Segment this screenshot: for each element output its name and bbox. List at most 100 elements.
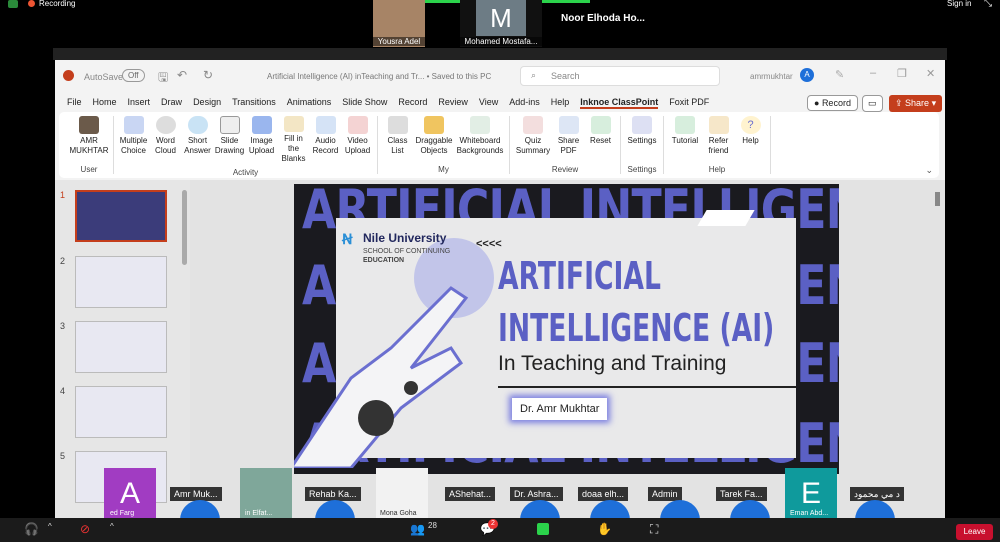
ribbon-group-user: AMR MUKHTAR User [65,116,114,174]
restore-icon[interactable]: ❐ [897,67,907,80]
short-answer-button[interactable]: Short Answer [182,116,213,164]
audio-options-chevron-icon[interactable]: ^ [48,522,52,531]
close-icon[interactable]: ✕ [926,67,935,80]
whiteboard-icon [470,116,490,134]
video-mohamed[interactable]: M Mohamed Mostafa... [460,0,542,47]
tab-insert[interactable]: Insert [128,97,151,109]
slide-thumbnail-3[interactable] [75,321,167,373]
exit-fullscreen-icon[interactable]: ⤡ [984,0,992,9]
thumbnails-scrollbar[interactable] [182,190,187,265]
draggable-objects-button[interactable]: Draggable Objects [414,116,454,161]
class-list-button[interactable]: Class List [382,116,413,161]
fill-blanks-button[interactable]: Fill in the Blanks [278,116,309,164]
participant-noor[interactable]: Noor Elhoda Ho... [561,13,645,24]
redo-icon[interactable]: ↻ [203,68,213,82]
tab-file[interactable]: File [67,97,82,109]
participant-name: Mona Goha [380,510,417,517]
video-off-icon[interactable]: ⊘ [80,522,90,536]
participant-tile[interactable]: AShehat... [445,487,496,501]
video-upload-button[interactable]: Video Upload [342,116,373,164]
gear-icon [632,116,652,134]
user-name[interactable]: amrmukhtar [750,72,793,81]
undo-icon[interactable]: ↶ [177,68,187,82]
tab-home[interactable]: Home [93,97,117,109]
apps-icon[interactable]: ⛶ [650,522,658,537]
word-cloud-button[interactable]: Word Cloud [150,116,181,164]
headphones-icon[interactable]: 🎧 [24,522,39,536]
tab-add-ins[interactable]: Add-ins [509,97,540,109]
quote-decor [697,210,755,226]
slide-thumbnail-1[interactable] [75,190,167,242]
tab-animations[interactable]: Animations [287,97,332,109]
slide-drawing-button[interactable]: Slide Drawing [214,116,245,164]
ribbon: AMR MUKHTAR User Multiple Choice Word Cl… [59,112,939,178]
reset-icon [590,116,611,134]
collapse-ribbon-icon[interactable]: ⌄ [925,165,933,176]
record-button[interactable]: ● Record [807,95,858,111]
participant-tile[interactable]: Amr Muk... [170,487,222,501]
participant-tile[interactable]: Dr. Ashra... [510,487,563,501]
video-options-chevron-icon[interactable]: ^ [110,522,114,531]
recording-label: Recording [39,0,76,8]
participant-tile[interactable]: doaa elh... [578,487,629,501]
tutorial-button[interactable]: Tutorial [668,116,702,161]
audio-record-button[interactable]: Audio Record [310,116,341,164]
minimize-icon[interactable]: – [870,67,876,79]
participants-icon[interactable]: 👥 [410,522,425,536]
refer-friend-button[interactable]: Refer friend [703,116,734,161]
tab-classpoint[interactable]: Inknoe ClassPoint [580,97,659,109]
tab-design[interactable]: Design [193,97,221,109]
share-pdf-button[interactable]: Share PDF [553,116,584,161]
current-slide[interactable]: ARTIFICIAL INTELLIGENCE (AI) ARTIFICIAL … [294,184,839,474]
participant-tile[interactable]: Tarek Fa... [716,487,767,501]
tab-record[interactable]: Record [398,97,427,109]
user-button[interactable]: AMR MUKHTAR [69,116,109,161]
menu-bar: File Home Insert Draw Design Transitions… [67,97,720,109]
slide-title-line2: INTELLIGENCE (AI) [498,306,775,350]
list-icon [387,116,408,134]
tab-foxit-pdf[interactable]: Foxit PDF [669,97,709,109]
slide-title-card: Ꞥ Nile University SCHOOL OF CONTINUING E… [294,218,796,468]
ribbon-group-review: Quiz Summary Share PDF Reset Review [510,116,621,174]
comments-button[interactable]: ▭ [862,95,883,112]
tab-slide-show[interactable]: Slide Show [342,97,387,109]
video-yousra[interactable]: Yousra Adel [373,0,425,47]
sign-in-link[interactable]: Sign in [947,0,971,8]
image-upload-button[interactable]: Image Upload [246,116,277,164]
user-avatar[interactable]: A [800,68,814,82]
quiz-summary-button[interactable]: Quiz Summary [514,116,552,161]
tab-view[interactable]: View [479,97,498,109]
tab-transitions[interactable]: Transitions [232,97,276,109]
pen-icon[interactable]: ✎ [835,68,844,81]
tab-review[interactable]: Review [438,97,468,109]
autosave-toggle[interactable]: Off [122,69,145,82]
leave-button[interactable]: Leave [956,524,993,540]
tab-draw[interactable]: Draw [161,97,182,109]
nile-logo-icon: Ꞥ [342,231,353,247]
slide-subtitle: In Teaching and Training [498,352,727,375]
raise-hand-icon[interactable]: ✋ [597,522,612,536]
document-title[interactable]: Artificial Intelligence (AI) inTeaching … [267,72,491,81]
participant-tile[interactable]: د مي محمود [850,487,904,501]
slide-thumbnail-2[interactable] [75,256,167,308]
robot-hand-illustration [294,286,469,468]
shield-icon [8,0,18,8]
ribbon-group-help: Tutorial Refer friend ? Help Help [664,116,771,174]
tab-help[interactable]: Help [551,97,570,109]
share-screen-icon[interactable] [537,523,549,535]
settings-button[interactable]: Settings [625,116,659,161]
multiple-choice-button[interactable]: Multiple Choice [118,116,149,164]
save-icon[interactable]: 🖫 [158,68,168,89]
slide-thumbnail-4[interactable] [75,386,167,438]
participant-tile[interactable]: Admin [648,487,682,501]
reset-button[interactable]: Reset [585,116,616,161]
search-input[interactable]: ⌕ Search [520,66,720,86]
whiteboard-backgrounds-button[interactable]: Whiteboard Backgrounds [455,116,505,161]
chat-badge: 2 [488,519,498,529]
participant-tile[interactable]: Rehab Ka... [305,487,361,501]
help-button[interactable]: ? Help [735,116,766,161]
slide-title-line1: ARTIFICIAL [498,254,661,298]
logo-name: Nile University [363,231,447,245]
share-button[interactable]: ⇪ Share ▾ [889,95,943,112]
editor-scrollbar[interactable] [935,192,940,206]
